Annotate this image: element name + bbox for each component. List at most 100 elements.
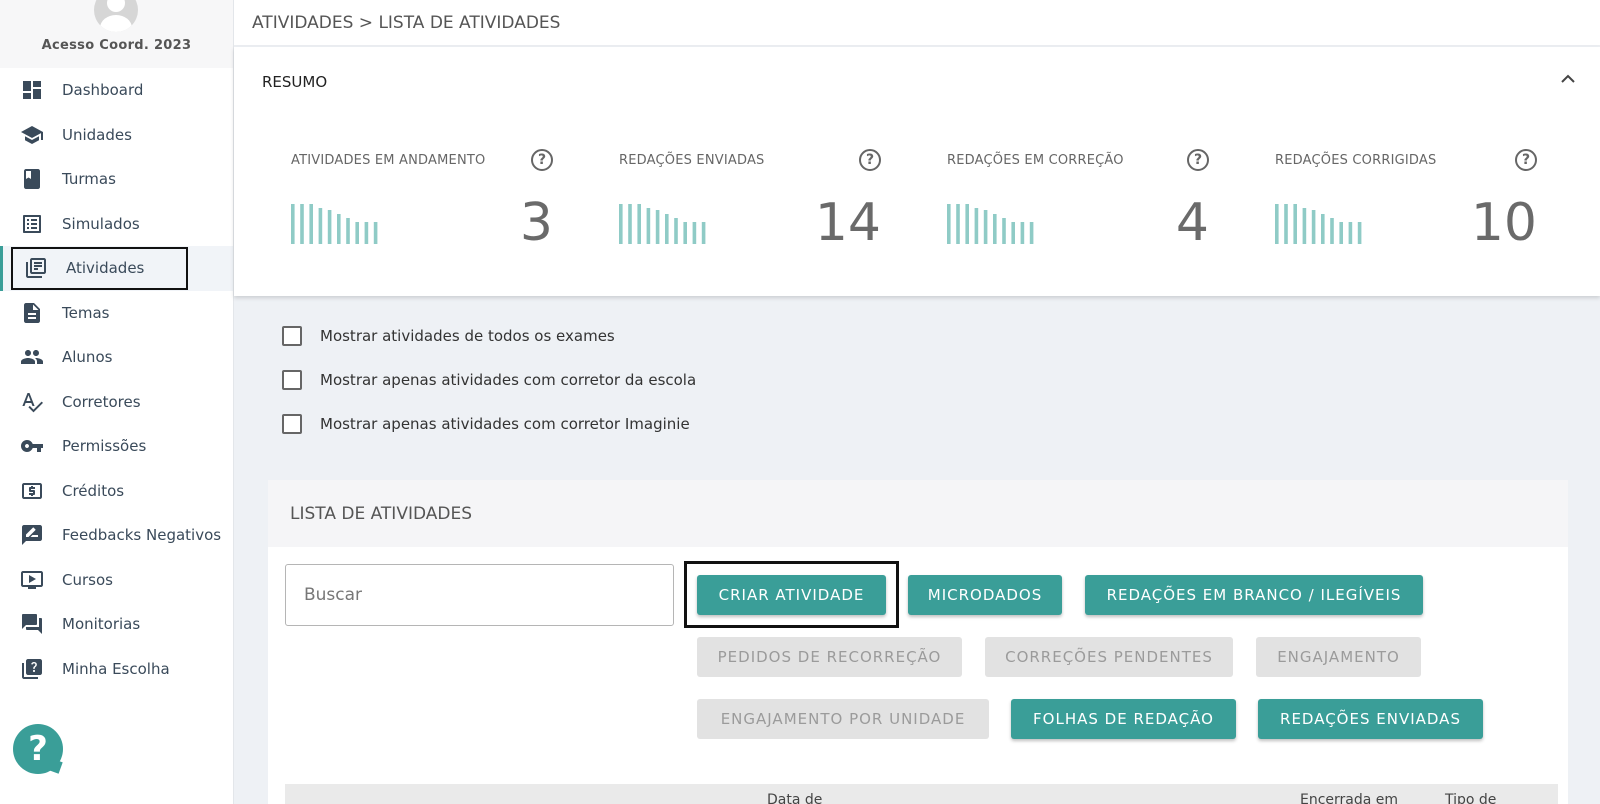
stat-value: 3 bbox=[519, 193, 553, 253]
sidebar-item-cursos[interactable]: Cursos bbox=[0, 558, 233, 603]
sidebar-item-simulados[interactable]: Simulados bbox=[0, 202, 233, 247]
sparkline-bar bbox=[674, 218, 678, 244]
column-header[interactable]: Encerrada em bbox=[1300, 792, 1398, 804]
filter-label: Mostrar apenas atividades com corretor d… bbox=[320, 371, 697, 389]
sparkline-bar bbox=[655, 210, 660, 244]
sidebar-item-alunos[interactable]: Alunos bbox=[0, 335, 233, 380]
document-icon bbox=[20, 301, 44, 325]
sparkline-bar bbox=[619, 204, 623, 244]
sparkline-bar bbox=[327, 210, 332, 244]
sidebar-item-dashboard[interactable]: Dashboard bbox=[0, 68, 233, 113]
sparkline-bar bbox=[646, 208, 651, 244]
column-header[interactable]: Data de bbox=[767, 792, 822, 804]
quiz-icon bbox=[20, 657, 44, 681]
key-icon bbox=[20, 434, 44, 458]
help-circle-icon[interactable]: ? bbox=[531, 149, 553, 171]
filter-corretor-imaginie[interactable]: Mostrar apenas atividades com corretor I… bbox=[282, 414, 690, 434]
dashboard-icon bbox=[20, 78, 44, 102]
help-glyph: ? bbox=[28, 729, 48, 769]
sidebar-item-label: Temas bbox=[62, 303, 110, 322]
sparkline-bar bbox=[1330, 218, 1334, 244]
checkbox[interactable] bbox=[282, 370, 302, 390]
filter-corretor-escola[interactable]: Mostrar apenas atividades com corretor d… bbox=[282, 370, 696, 390]
criar-atividade-button[interactable]: CRIAR ATIVIDADE bbox=[697, 575, 886, 615]
sidebar-item-corretores[interactable]: Corretores bbox=[0, 380, 233, 425]
sidebar-item-label: Turmas bbox=[62, 170, 116, 189]
stat-redacoes-corrigidas: REDAÇÕES CORRIGIDAS ? 10 bbox=[1275, 143, 1537, 263]
avatar[interactable] bbox=[94, 0, 138, 32]
people-icon bbox=[20, 345, 44, 369]
checkbox[interactable] bbox=[282, 414, 302, 434]
rate-review-icon bbox=[20, 523, 44, 547]
sparkline-bar bbox=[1293, 204, 1297, 244]
help-button[interactable]: ? bbox=[13, 724, 63, 774]
money-icon bbox=[20, 479, 44, 503]
sidebar-item-monitorias[interactable]: Monitorias bbox=[0, 602, 233, 647]
column-header[interactable]: Tipo de bbox=[1445, 792, 1496, 804]
sparkline-bar bbox=[1311, 210, 1316, 244]
sparkline-bars-icon bbox=[1275, 204, 1362, 244]
sidebar-item-permissoes[interactable]: Permissões bbox=[0, 424, 233, 469]
sidebar-item-creditos[interactable]: Créditos bbox=[0, 469, 233, 514]
sparkline-bar bbox=[637, 204, 641, 244]
correcoes-pendentes-button[interactable]: CORREÇÕES PENDENTES bbox=[985, 637, 1233, 677]
sparkline-bar bbox=[373, 222, 378, 244]
sparkline-bar bbox=[300, 204, 304, 244]
chevron-up-icon[interactable] bbox=[1560, 71, 1576, 87]
sparkline-bar bbox=[683, 222, 687, 244]
help-circle-icon[interactable]: ? bbox=[1515, 149, 1537, 171]
sparkline-bar bbox=[1002, 218, 1006, 244]
engajamento-button[interactable]: ENGAJAMENTO bbox=[1256, 637, 1421, 677]
redacoes-branco-button[interactable]: REDAÇÕES EM BRANCO / ILEGÍVEIS bbox=[1085, 575, 1423, 615]
stat-label: REDAÇÕES CORRIGIDAS bbox=[1275, 153, 1437, 168]
sparkline-bar bbox=[1011, 222, 1015, 244]
folhas-redacao-button[interactable]: FOLHAS DE REDAÇÃO bbox=[1011, 699, 1236, 739]
sparkline-bar bbox=[318, 208, 323, 244]
sparkline-bar bbox=[701, 222, 706, 244]
sparkline-bar bbox=[965, 204, 969, 244]
sparkline-bar bbox=[337, 214, 341, 244]
sidebar-item-label: Unidades bbox=[62, 125, 132, 144]
sidebar-item-feedbacks-negativos[interactable]: Feedbacks Negativos bbox=[0, 513, 233, 558]
filter-todos-exames[interactable]: Mostrar atividades de todos os exames bbox=[282, 326, 615, 346]
sidebar-item-turmas[interactable]: Turmas bbox=[0, 157, 233, 202]
sidebar-item-label: Simulados bbox=[62, 214, 140, 233]
help-circle-icon[interactable]: ? bbox=[859, 149, 881, 171]
list-header: LISTA DE ATIVIDADES bbox=[268, 480, 1568, 547]
sparkline-bars-icon bbox=[619, 204, 706, 244]
microdados-button[interactable]: MICRODADOS bbox=[908, 575, 1062, 615]
help-circle-icon[interactable]: ? bbox=[1187, 149, 1209, 171]
search-input[interactable] bbox=[285, 564, 674, 626]
spellcheck-icon bbox=[20, 390, 44, 414]
sidebar-item-label: Monitorias bbox=[62, 615, 141, 634]
sparkline-bar bbox=[1275, 204, 1279, 244]
breadcrumb-bar: ATIVIDADES > LISTA DE ATIVIDADES bbox=[234, 0, 1600, 46]
sparkline-bar bbox=[364, 222, 369, 244]
book-icon bbox=[20, 167, 44, 191]
sidebar-item-unidades[interactable]: Unidades bbox=[0, 113, 233, 158]
sparkline-bars-icon bbox=[291, 204, 378, 244]
sparkline-bar bbox=[692, 222, 697, 244]
stat-value: 14 bbox=[814, 193, 881, 253]
redacoes-enviadas-button[interactable]: REDAÇÕES ENVIADAS bbox=[1258, 699, 1483, 739]
sparkline-bar bbox=[974, 208, 979, 244]
resumo-title: RESUMO bbox=[262, 73, 328, 91]
selection-highlight bbox=[11, 247, 188, 290]
sparkline-bar bbox=[1302, 208, 1307, 244]
sidebar-nav: Dashboard Unidades Turmas Simulados Ativ… bbox=[0, 68, 233, 691]
sparkline-bar bbox=[993, 214, 997, 244]
sidebar-item-temas[interactable]: Temas bbox=[0, 291, 233, 336]
forum-icon bbox=[20, 612, 44, 636]
sidebar-item-label: Cursos bbox=[62, 570, 113, 589]
sparkline-bar bbox=[1348, 222, 1353, 244]
sparkline-bar bbox=[956, 204, 960, 244]
checkbox[interactable] bbox=[282, 326, 302, 346]
sparkline-bar bbox=[983, 210, 988, 244]
stat-value: 10 bbox=[1470, 193, 1537, 253]
stat-value: 4 bbox=[1175, 193, 1209, 253]
engajamento-unidade-button[interactable]: ENGAJAMENTO POR UNIDADE bbox=[697, 699, 989, 739]
stat-label: ATIVIDADES EM ANDAMENTO bbox=[291, 153, 486, 168]
sidebar-item-atividades[interactable]: Atividades bbox=[0, 246, 233, 291]
sidebar-item-minha-escolha[interactable]: Minha Escolha bbox=[0, 647, 233, 692]
pedidos-recorrecao-button[interactable]: PEDIDOS DE RECORREÇÃO bbox=[697, 637, 962, 677]
